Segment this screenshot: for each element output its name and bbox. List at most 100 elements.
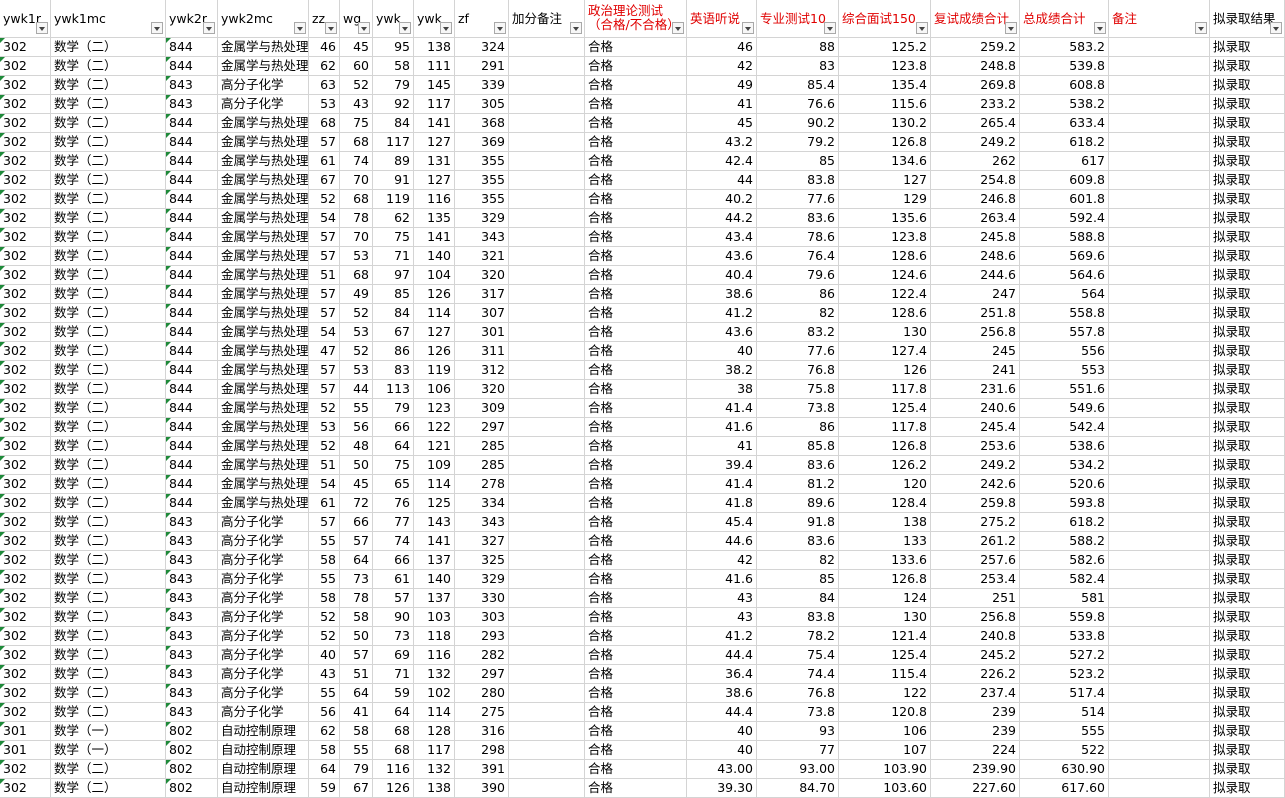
table-cell[interactable]: 拟录取 — [1210, 456, 1285, 475]
table-cell[interactable]: 42 — [687, 551, 757, 570]
table-cell[interactable]: 325 — [455, 551, 509, 570]
table-cell[interactable]: 66 — [373, 551, 414, 570]
table-cell[interactable]: 302 — [0, 95, 51, 114]
table-cell[interactable]: 金属学与热处理 — [218, 209, 309, 228]
table-cell[interactable]: 拟录取 — [1210, 608, 1285, 627]
table-cell[interactable]: 559.8 — [1020, 608, 1109, 627]
table-cell[interactable]: 248.8 — [931, 57, 1020, 76]
table-cell[interactable]: 合格 — [585, 532, 687, 551]
table-cell[interactable]: 合格 — [585, 513, 687, 532]
table-cell[interactable]: 138 — [839, 513, 931, 532]
table-cell[interactable]: 自动控制原理 — [218, 722, 309, 741]
table-cell[interactable]: 合格 — [585, 779, 687, 798]
table-cell[interactable]: 64 — [340, 684, 373, 703]
table-cell[interactable]: 86 — [373, 342, 414, 361]
filter-dropdown-icon[interactable] — [1094, 22, 1106, 34]
table-cell[interactable]: 拟录取 — [1210, 703, 1285, 722]
table-cell[interactable]: 42 — [687, 57, 757, 76]
table-cell[interactable]: 合格 — [585, 703, 687, 722]
table-cell[interactable]: 245.4 — [931, 418, 1020, 437]
table-cell[interactable]: 合格 — [585, 133, 687, 152]
column-header[interactable]: 加分备注 — [509, 0, 585, 38]
table-cell[interactable]: 301 — [455, 323, 509, 342]
table-cell[interactable]: 67 — [309, 171, 340, 190]
table-cell[interactable]: 金属学与热处理 — [218, 285, 309, 304]
table-cell[interactable]: 122 — [839, 684, 931, 703]
table-cell[interactable]: 金属学与热处理 — [218, 456, 309, 475]
table-cell[interactable]: 拟录取 — [1210, 665, 1285, 684]
table-cell[interactable]: 45.4 — [687, 513, 757, 532]
table-cell[interactable]: 拟录取 — [1210, 171, 1285, 190]
table-cell[interactable]: 302 — [0, 152, 51, 171]
table-cell[interactable]: 551.6 — [1020, 380, 1109, 399]
table-cell[interactable]: 高分子化学 — [218, 608, 309, 627]
table-cell[interactable]: 合格 — [585, 475, 687, 494]
table-cell[interactable]: 126.8 — [839, 437, 931, 456]
table-cell[interactable]: 36.4 — [687, 665, 757, 684]
table-cell[interactable] — [1109, 247, 1210, 266]
filter-dropdown-icon[interactable] — [1005, 22, 1017, 34]
table-cell[interactable]: 拟录取 — [1210, 133, 1285, 152]
column-header[interactable]: wg — [340, 0, 373, 38]
table-cell[interactable] — [1109, 589, 1210, 608]
table-cell[interactable]: 844 — [166, 475, 218, 494]
table-cell[interactable]: 合格 — [585, 665, 687, 684]
table-cell[interactable] — [1109, 475, 1210, 494]
table-cell[interactable]: 119 — [373, 190, 414, 209]
table-cell[interactable]: 拟录取 — [1210, 513, 1285, 532]
table-cell[interactable]: 311 — [455, 342, 509, 361]
table-cell[interactable]: 高分子化学 — [218, 684, 309, 703]
table-cell[interactable] — [509, 513, 585, 532]
table-cell[interactable]: 拟录取 — [1210, 779, 1285, 798]
table-cell[interactable]: 自动控制原理 — [218, 760, 309, 779]
table-cell[interactable]: 302 — [0, 209, 51, 228]
table-cell[interactable]: 数学（二） — [51, 95, 166, 114]
table-cell[interactable]: 301 — [0, 741, 51, 760]
table-cell[interactable]: 拟录取 — [1210, 209, 1285, 228]
table-cell[interactable]: 合格 — [585, 152, 687, 171]
table-cell[interactable] — [509, 304, 585, 323]
table-cell[interactable]: 46 — [309, 38, 340, 57]
column-header[interactable]: ywk1mc — [51, 0, 166, 38]
filter-dropdown-icon[interactable] — [399, 22, 411, 34]
table-cell[interactable]: 302 — [0, 171, 51, 190]
table-cell[interactable]: 53 — [340, 361, 373, 380]
table-cell[interactable]: 83 — [757, 57, 839, 76]
table-cell[interactable]: 123 — [414, 399, 455, 418]
table-cell[interactable]: 68 — [340, 133, 373, 152]
table-cell[interactable]: 51 — [309, 266, 340, 285]
table-cell[interactable]: 拟录取 — [1210, 228, 1285, 247]
table-cell[interactable] — [509, 95, 585, 114]
table-cell[interactable]: 76.4 — [757, 247, 839, 266]
table-cell[interactable]: 302 — [0, 228, 51, 247]
table-cell[interactable]: 844 — [166, 38, 218, 57]
table-cell[interactable]: 拟录取 — [1210, 380, 1285, 399]
table-cell[interactable]: 633.4 — [1020, 114, 1109, 133]
table-cell[interactable]: 109 — [414, 456, 455, 475]
table-cell[interactable]: 38 — [687, 380, 757, 399]
table-cell[interactable]: 76 — [373, 494, 414, 513]
table-cell[interactable]: 数学（二） — [51, 589, 166, 608]
table-cell[interactable]: 金属学与热处理 — [218, 266, 309, 285]
table-cell[interactable]: 138 — [414, 38, 455, 57]
table-cell[interactable]: 256.8 — [931, 323, 1020, 342]
table-cell[interactable]: 55 — [309, 532, 340, 551]
table-cell[interactable]: 263.4 — [931, 209, 1020, 228]
table-cell[interactable] — [1109, 551, 1210, 570]
table-cell[interactable]: 844 — [166, 209, 218, 228]
table-cell[interactable]: 39.4 — [687, 456, 757, 475]
table-cell[interactable] — [509, 76, 585, 95]
table-cell[interactable]: 82 — [757, 304, 839, 323]
table-cell[interactable]: 拟录取 — [1210, 304, 1285, 323]
table-cell[interactable]: 75 — [340, 114, 373, 133]
table-cell[interactable]: 52 — [309, 399, 340, 418]
table-cell[interactable]: 合格 — [585, 76, 687, 95]
table-cell[interactable]: 合格 — [585, 760, 687, 779]
table-cell[interactable]: 数学（二） — [51, 171, 166, 190]
table-cell[interactable]: 569.6 — [1020, 247, 1109, 266]
table-cell[interactable]: 127 — [414, 171, 455, 190]
table-cell[interactable]: 84 — [757, 589, 839, 608]
table-cell[interactable]: 140 — [414, 570, 455, 589]
table-cell[interactable]: 327 — [455, 532, 509, 551]
table-cell[interactable]: 103.60 — [839, 779, 931, 798]
